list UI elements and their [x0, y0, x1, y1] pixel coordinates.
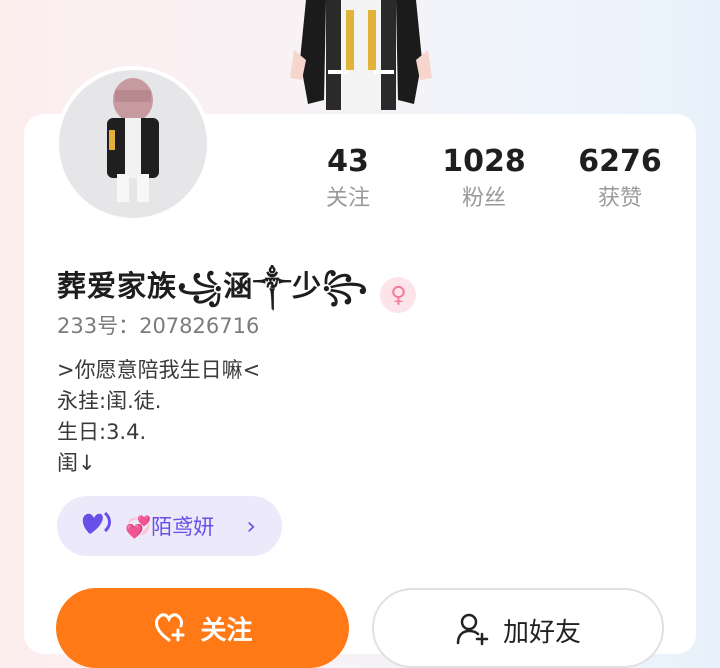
user-id: 233号：207826716	[57, 314, 260, 338]
stat-likes-value: 6276	[578, 144, 662, 179]
stat-fans-label: 粉丝	[461, 186, 506, 211]
bio-line: 生日:3.4.	[57, 420, 147, 444]
relationship-tag[interactable]: 💞陌鸢妍 ›	[57, 496, 282, 556]
avatar-character-image	[107, 78, 159, 212]
bio-line: 闺↓	[57, 451, 96, 475]
hero-character-figure	[290, 0, 432, 116]
add-friend-button[interactable]: 加好友	[372, 588, 664, 668]
follow-button-label: 关注	[200, 616, 253, 646]
stat-following-value: 43	[327, 144, 369, 179]
bio: >你愿意陪我生日嘛< 永挂:闺.徒. 生日:3.4. 闺↓	[57, 355, 260, 479]
bio-line: >你愿意陪我生日嘛<	[57, 358, 261, 382]
stat-fans[interactable]: 1028 粉丝	[424, 144, 544, 214]
chevron-right-icon: ›	[246, 512, 256, 540]
stat-likes-label: 获赞	[597, 186, 642, 211]
heart-plus-icon	[155, 613, 185, 642]
follow-button[interactable]: 关注	[56, 588, 349, 668]
stat-likes[interactable]: 6276 获赞	[560, 144, 680, 214]
avatar[interactable]	[55, 66, 211, 222]
bio-line: 永挂:闺.徒.	[57, 389, 162, 413]
tag-label: 💞陌鸢妍	[125, 515, 215, 539]
heart-icon	[81, 510, 113, 543]
add-user-icon	[456, 613, 489, 646]
female-gender-icon: ♀	[380, 277, 417, 313]
stat-following[interactable]: 43 关注	[288, 144, 408, 214]
stat-following-label: 关注	[325, 186, 370, 211]
stat-fans-value: 1028	[442, 144, 526, 179]
add-friend-button-label: 加好友	[502, 618, 581, 648]
